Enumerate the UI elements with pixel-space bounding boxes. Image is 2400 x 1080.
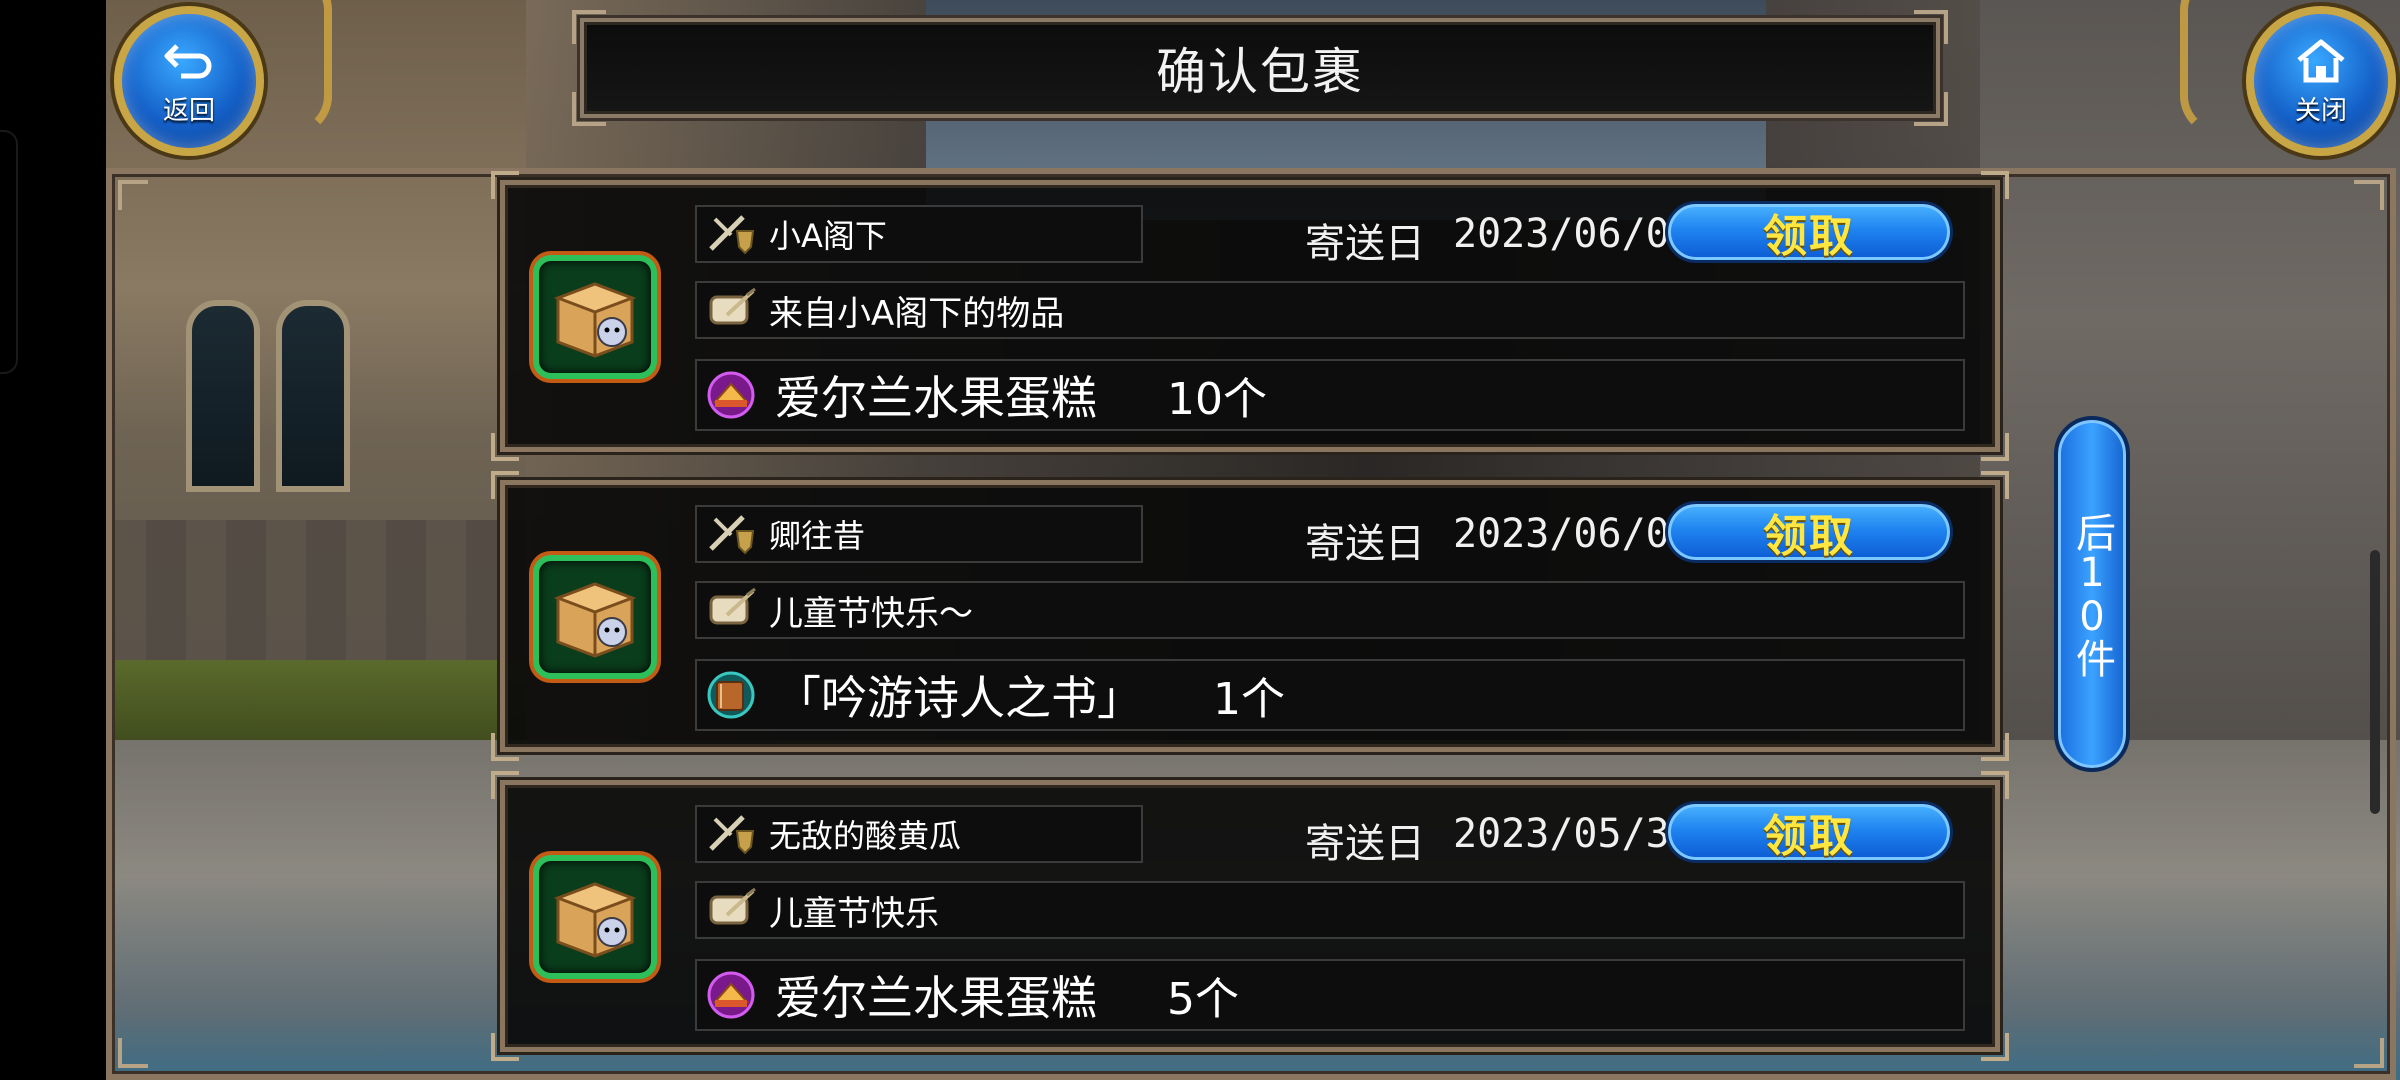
item-quantity: 10个 xyxy=(1167,374,1267,425)
package-box-icon xyxy=(533,255,657,379)
sender-row: 无敌的酸黄瓜 xyxy=(695,805,1143,863)
send-date: 2023/06/01 xyxy=(1453,511,1694,557)
mail-card: 小A阁下 寄送日 2023/06/01 领取 来自小A阁下的物品 爱尔兰水果蛋糕… xyxy=(491,171,2009,461)
frame-corner xyxy=(491,433,519,461)
sender-name: 小A阁下 xyxy=(769,217,887,255)
book-icon xyxy=(703,670,759,720)
send-date: 2023/05/31 xyxy=(1453,811,1694,857)
cake-icon xyxy=(703,370,759,420)
sender-name: 卿往昔 xyxy=(769,517,866,555)
package-box-icon xyxy=(533,555,657,679)
item-name: 爱尔兰水果蛋糕 xyxy=(775,971,1097,1025)
scroll-letter-icon xyxy=(703,285,759,335)
mail-message: 儿童节快乐 xyxy=(769,893,939,934)
frame-corner xyxy=(491,771,519,799)
frame-corner xyxy=(491,171,519,199)
claim-button[interactable]: 领取 xyxy=(1665,801,1953,863)
sword-shield-icon xyxy=(703,809,759,859)
frame-corner xyxy=(1981,171,2009,199)
scroll-letter-icon xyxy=(703,585,759,635)
sword-shield-icon xyxy=(703,209,759,259)
sender-name: 无敌的酸黄瓜 xyxy=(769,817,962,855)
item-row: 爱尔兰水果蛋糕 5个 xyxy=(695,959,1965,1031)
frame-corner xyxy=(118,1038,148,1068)
date-label: 寄送日 xyxy=(1305,821,1425,867)
frame-corner xyxy=(491,733,519,761)
home-icon xyxy=(2297,39,2345,82)
item-row: 爱尔兰水果蛋糕 10个 xyxy=(695,359,1965,431)
date-label: 寄送日 xyxy=(1305,221,1425,267)
mail-card: 卿往昔 寄送日 2023/06/01 领取 儿童节快乐～ 「吟游诗人之书」 1个 xyxy=(491,471,2009,761)
close-label: 关闭 xyxy=(2294,95,2347,126)
game-screen: 返回 关闭 确认包裹 小A阁下 寄送日 2023/06/01 领取 来自小A阁下… xyxy=(0,0,2400,1080)
frame-corner xyxy=(1981,433,2009,461)
bezel-notch xyxy=(0,130,18,374)
mail-message: 来自小A阁下的物品 xyxy=(769,293,1065,334)
back-button[interactable]: 返回 xyxy=(114,6,264,156)
package-box-icon xyxy=(533,855,657,979)
frame-corner xyxy=(1981,771,2009,799)
frame-corner xyxy=(118,180,148,210)
frame-corner xyxy=(1981,733,2009,761)
cake-icon xyxy=(703,970,759,1020)
item-quantity: 1个 xyxy=(1213,674,1285,725)
frame-corner xyxy=(491,1033,519,1061)
item-row: 「吟游诗人之书」 1个 xyxy=(695,659,1965,731)
claim-button[interactable]: 领取 xyxy=(1665,201,1953,263)
message-row: 儿童节快乐～ xyxy=(695,581,1965,639)
next-page-label: 后10件 xyxy=(2069,512,2115,676)
message-row: 儿童节快乐 xyxy=(695,881,1965,939)
scroll-letter-icon xyxy=(703,885,759,935)
close-button[interactable]: 关闭 xyxy=(2246,6,2396,156)
mail-card: 无敌的酸黄瓜 寄送日 2023/05/31 领取 儿童节快乐 爱尔兰水果蛋糕 5… xyxy=(491,771,2009,1061)
frame-corner xyxy=(2354,180,2384,210)
item-quantity: 5个 xyxy=(1167,974,1239,1025)
sender-row: 卿往昔 xyxy=(695,505,1143,563)
screen-bezel xyxy=(0,0,106,1080)
title-bar: 确认包裹 xyxy=(572,10,1948,126)
scrollbar[interactable] xyxy=(2370,550,2380,814)
back-button-wrap: 返回 xyxy=(106,0,346,180)
page-title: 确认包裹 xyxy=(1156,43,1364,101)
item-name: 「吟游诗人之书」 xyxy=(775,671,1143,725)
close-button-wrap: 关闭 xyxy=(2160,0,2400,180)
date-label: 寄送日 xyxy=(1305,521,1425,567)
frame-corner xyxy=(491,471,519,499)
return-arrow-icon xyxy=(164,43,212,78)
send-date: 2023/06/01 xyxy=(1453,211,1694,257)
mail-message: 儿童节快乐～ xyxy=(769,593,973,634)
message-row: 来自小A阁下的物品 xyxy=(695,281,1965,339)
frame-corner xyxy=(1981,471,2009,499)
next-page-button[interactable]: 后10件 xyxy=(2054,416,2130,772)
back-label: 返回 xyxy=(162,95,215,126)
claim-button[interactable]: 领取 xyxy=(1665,501,1953,563)
sender-row: 小A阁下 xyxy=(695,205,1143,263)
item-name: 爱尔兰水果蛋糕 xyxy=(775,371,1097,425)
frame-corner xyxy=(1981,1033,2009,1061)
sword-shield-icon xyxy=(703,509,759,559)
frame-corner xyxy=(2354,1038,2384,1068)
